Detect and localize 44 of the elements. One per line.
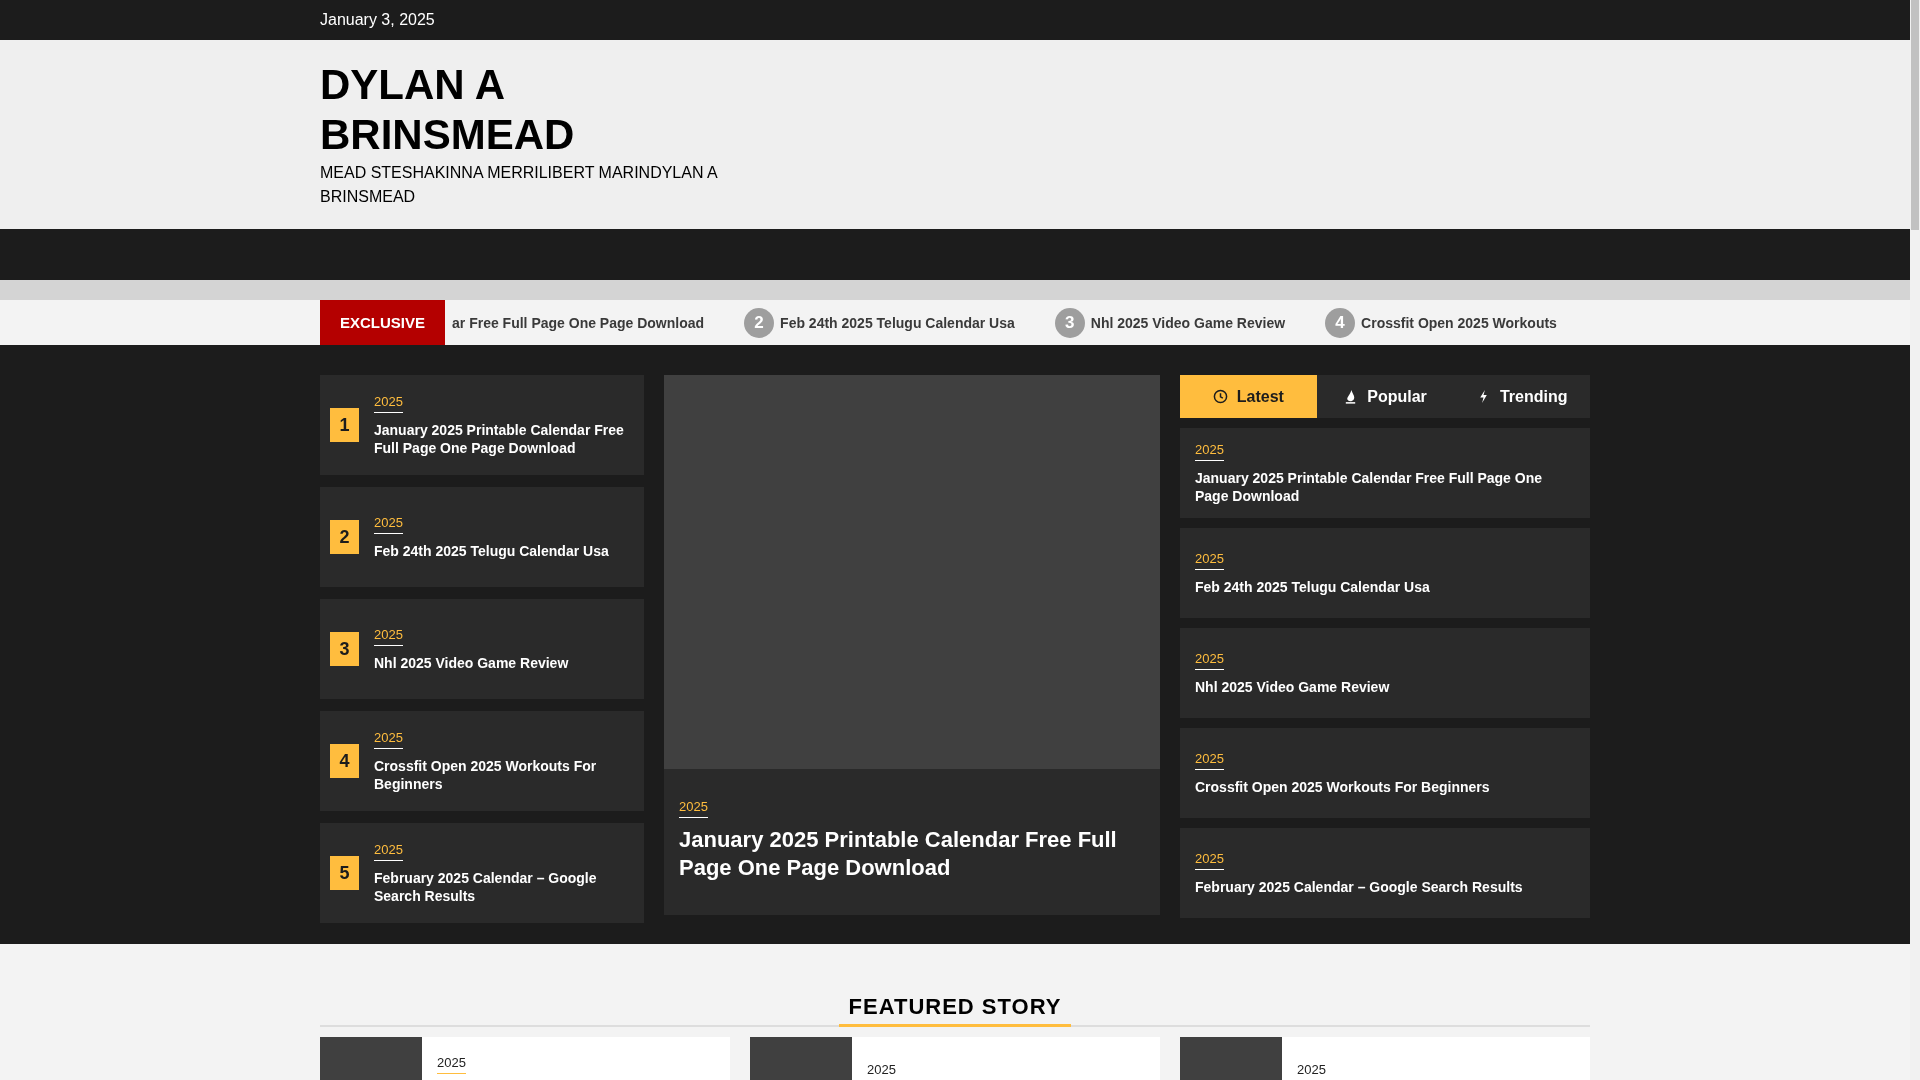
ticker-link[interactable]: Feb 24th 2025 Telugu Calendar Usa (780, 314, 1015, 331)
rank-badge: 5 (330, 856, 359, 890)
clock-icon (1212, 389, 1228, 404)
post-title-link[interactable]: January 2025 Printable Calendar Free Full Page One Page Download (374, 420, 624, 457)
date-text: January 3, 2025 (320, 11, 435, 28)
rank-badge: 1 (330, 408, 359, 442)
category-link[interactable]: 2025 (1195, 750, 1224, 770)
post-title-link[interactable]: Nhl 2025 Video Game Review (1195, 677, 1390, 696)
category-link[interactable]: 2025 (437, 1055, 466, 1074)
site-title[interactable]: DYLAN A BRINSMEAD (320, 60, 740, 161)
number-badge: 4 (1325, 307, 1356, 338)
site-tagline: MEAD STESHAKINNA MERRILIBERT MARINDYLAN A BRINSMEAD (320, 162, 719, 207)
post-title-link[interactable]: Crossfit Open 2025 Workouts For Beginners (374, 756, 624, 793)
category-link[interactable]: 2025 (374, 729, 403, 749)
section-heading: FEATURED STORY (838, 994, 1072, 1027)
ticker-link[interactable]: Nhl 2025 Video Game Review (1090, 314, 1286, 331)
tab[interactable]: Latest (1180, 375, 1317, 418)
ticker-link[interactable]: ar Free Full Page One Page Download (452, 314, 705, 331)
number-badge: 3 (1054, 307, 1085, 338)
story-title-link[interactable]: January 2025 Printable Calendar Free Full Page One Page Download (679, 826, 1145, 882)
category-link[interactable]: 2025 (1195, 550, 1224, 570)
category-link[interactable]: 2025 (374, 626, 403, 646)
post-title-link[interactable]: Feb 24th 2025 Telugu Calendar Usa (374, 541, 609, 560)
post-title-link[interactable]: February 2025 Calendar – Google Search Results (1195, 877, 1523, 896)
rank-badge: 3 (330, 632, 359, 666)
category-link[interactable]: 2025 (867, 1062, 896, 1080)
category-link[interactable]: 2025 (1297, 1062, 1326, 1080)
ticker-link[interactable]: Crossfit Open 2025 Workouts (1361, 314, 1557, 331)
post-title-link[interactable]: Crossfit Open 2025 Workouts For Beginners (1195, 777, 1490, 796)
category-link[interactable]: 2025 (374, 514, 403, 534)
category-link[interactable]: 2025 (679, 799, 708, 818)
post-title-link[interactable]: Feb 24th 2025 Telugu Calendar Usa (1195, 577, 1430, 596)
category-link[interactable]: 2025 (1195, 650, 1224, 670)
category-link[interactable]: 2025 (1195, 441, 1224, 461)
post-title-link[interactable]: Nhl 2025 Video Game Review (374, 653, 569, 672)
rank-badge: 4 (330, 744, 359, 778)
exclusive-label: EXCLUSIVE (320, 300, 446, 345)
category-link[interactable]: 2025 (374, 393, 403, 413)
post-title-link[interactable]: February 2025 Calendar – Google Search Results (374, 868, 624, 905)
category-link[interactable]: 2025 (1195, 850, 1224, 870)
post-title-link[interactable]: January 2025 Printable Calendar Free Full Page One Page Download (1195, 468, 1575, 505)
rank-badge: 2 (330, 520, 359, 554)
category-link[interactable]: 2025 (374, 841, 403, 861)
number-badge: 2 (744, 307, 775, 338)
